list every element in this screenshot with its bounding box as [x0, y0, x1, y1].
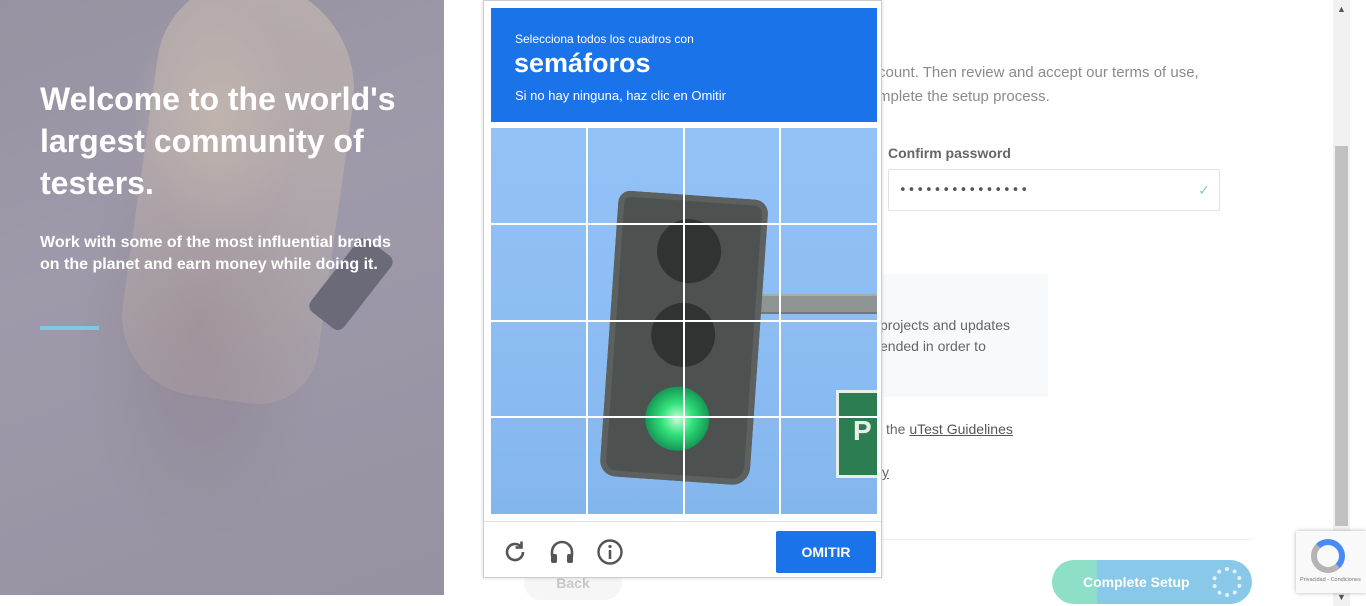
form-intro-line2: mplete the setup process.	[878, 88, 1050, 105]
form-intro: count. Then review and accept our terms …	[878, 61, 1238, 109]
captcha-image-grid: P	[491, 128, 877, 514]
guideline-text: the uTest Guidelines	[886, 421, 1013, 437]
captcha-header: Selecciona todos los cuadros con semáfor…	[491, 8, 877, 122]
recaptcha-logo-icon	[1311, 539, 1345, 573]
captcha-footer-divider	[484, 521, 881, 522]
utest-guidelines-link[interactable]: uTest Guidelines	[909, 421, 1013, 437]
hero-panel: Welcome to the world's largest community…	[0, 0, 444, 595]
hero-subtitle: Work with some of the most influential b…	[40, 234, 391, 273]
form-intro-line1: count. Then review and accept our terms …	[878, 64, 1199, 81]
scrollbar-thumb[interactable]	[1335, 146, 1348, 526]
captcha-challenge: Selecciona todos los cuadros con semáfor…	[483, 0, 882, 578]
hero-title: Welcome to the world's largest community…	[40, 81, 396, 201]
grid-line	[491, 416, 877, 418]
skip-button[interactable]: OMITIR	[776, 531, 876, 573]
headphones-icon[interactable]	[548, 538, 576, 566]
info-box: projects and updates ended in order to	[868, 274, 1048, 397]
confirm-password-label: Confirm password	[888, 145, 1011, 161]
reload-icon[interactable]	[501, 538, 529, 566]
captcha-hint: Si no hay ninguna, haz clic en Omitir	[515, 88, 726, 103]
grid-line	[491, 320, 877, 322]
captcha-instruction: Selecciona todos los cuadros con	[515, 32, 694, 46]
captcha-keyword: semáforos	[514, 48, 651, 78]
complete-setup-label: Complete Setup	[1083, 574, 1190, 590]
grid-line	[491, 223, 877, 225]
captcha-tiles[interactable]	[491, 128, 877, 514]
complete-setup-button[interactable]: Complete Setup	[1052, 560, 1252, 604]
info-icon[interactable]	[596, 538, 624, 566]
hero-accent-line	[40, 326, 99, 330]
scroll-up-arrow-icon[interactable]: ▲	[1333, 0, 1350, 17]
confirm-password-field[interactable]: ••••••••••••••• ✓	[888, 169, 1220, 211]
info-text-line1: projects and updates	[880, 317, 1010, 333]
spinner-icon	[1212, 567, 1242, 597]
guideline-prefix: the	[886, 421, 910, 437]
recaptcha-privacy-text[interactable]: Privacidad - Condiciones	[1300, 577, 1361, 583]
confirm-password-value: •••••••••••••••	[899, 182, 1030, 198]
recaptcha-badge[interactable]: Privacidad - Condiciones	[1296, 531, 1366, 593]
info-text-line2: ended in order to	[880, 338, 986, 354]
privacy-link[interactable]: y	[882, 464, 889, 480]
check-icon: ✓	[1198, 181, 1210, 198]
